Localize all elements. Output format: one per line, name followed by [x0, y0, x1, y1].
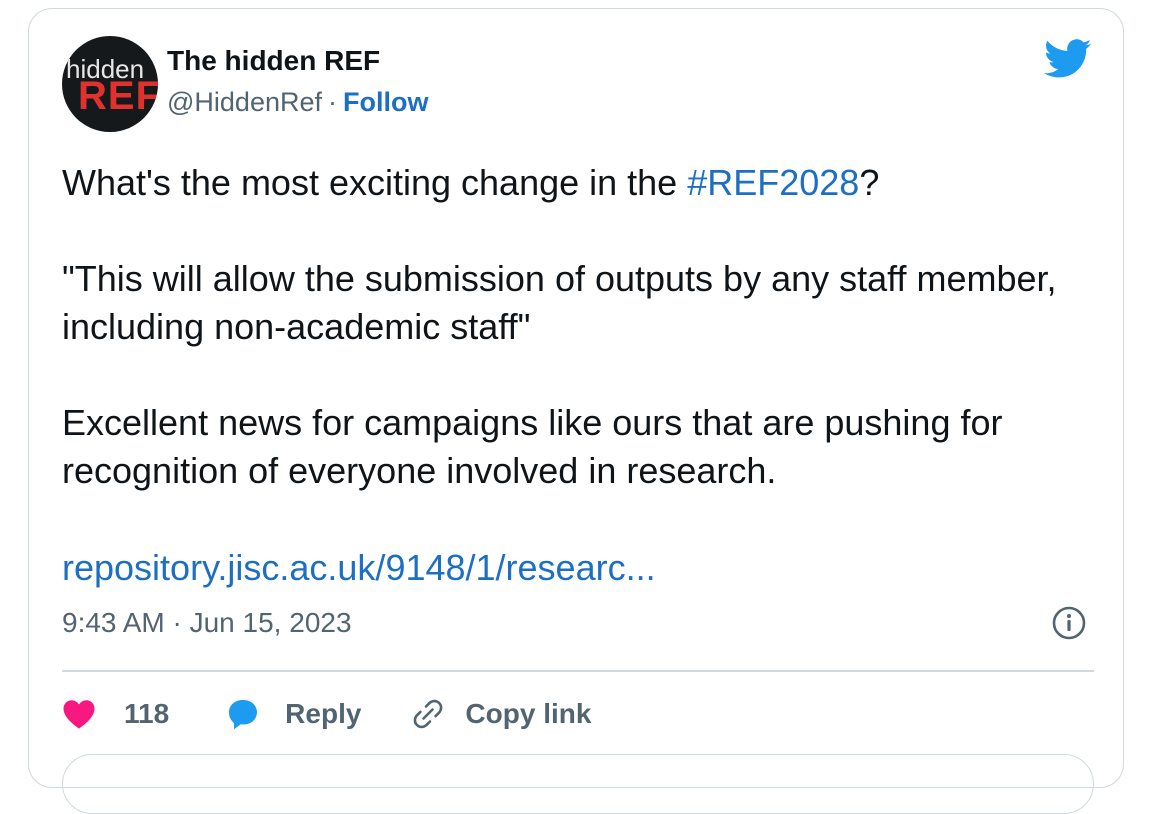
action-bar: 118 Reply Copy link — [62, 691, 591, 737]
divider — [62, 670, 1094, 672]
author-handle[interactable]: @HiddenRef — [167, 87, 322, 117]
tweet-line-1-text: What's the most exciting change in the — [62, 162, 688, 203]
tweet-timestamp[interactable]: 9:43 AM · Jun 15, 2023 — [62, 607, 352, 639]
avatar[interactable]: hidden REF — [62, 36, 158, 132]
copy-link-button[interactable]: Copy link — [411, 697, 591, 731]
reply-label: Reply — [285, 698, 362, 729]
heart-icon — [63, 700, 95, 729]
tweet-link[interactable]: repository.jisc.ac.uk/9148/1/researc... — [62, 547, 656, 589]
avatar-text-bottom: REF — [78, 74, 158, 118]
author-display-name[interactable]: The hidden REF — [167, 45, 380, 77]
tweet-quote: "This will allow the submission of outpu… — [62, 258, 1057, 347]
tweet-line-1: What's the most exciting change in the #… — [62, 159, 1102, 207]
copy-link-label: Copy link — [465, 698, 592, 729]
tweet-card: hidden REF The hidden REF @HiddenRef · Fol… — [28, 8, 1124, 814]
tweet-paragraph-3: Excellent news for campaigns like ours t… — [62, 402, 1003, 491]
read-replies-button[interactable] — [62, 754, 1094, 814]
hashtag-ref2028[interactable]: #REF2028 — [687, 162, 859, 203]
like-count: 118 — [124, 698, 170, 729]
info-icon[interactable] — [1051, 605, 1087, 641]
like-button[interactable]: 118 — [62, 698, 169, 730]
tweet-body: What's the most exciting change in the #… — [62, 159, 1102, 495]
reply-bubble-icon — [229, 700, 258, 730]
follow-button[interactable]: Follow — [343, 87, 428, 117]
reply-button[interactable]: Reply — [225, 697, 361, 731]
author-handle-row: @HiddenRef · Follow — [167, 87, 428, 118]
tweet-line-1-end: ? — [859, 162, 880, 203]
link-icon — [414, 699, 443, 729]
handle-separator: · — [328, 87, 337, 117]
twitter-bird-icon[interactable] — [1044, 39, 1092, 79]
